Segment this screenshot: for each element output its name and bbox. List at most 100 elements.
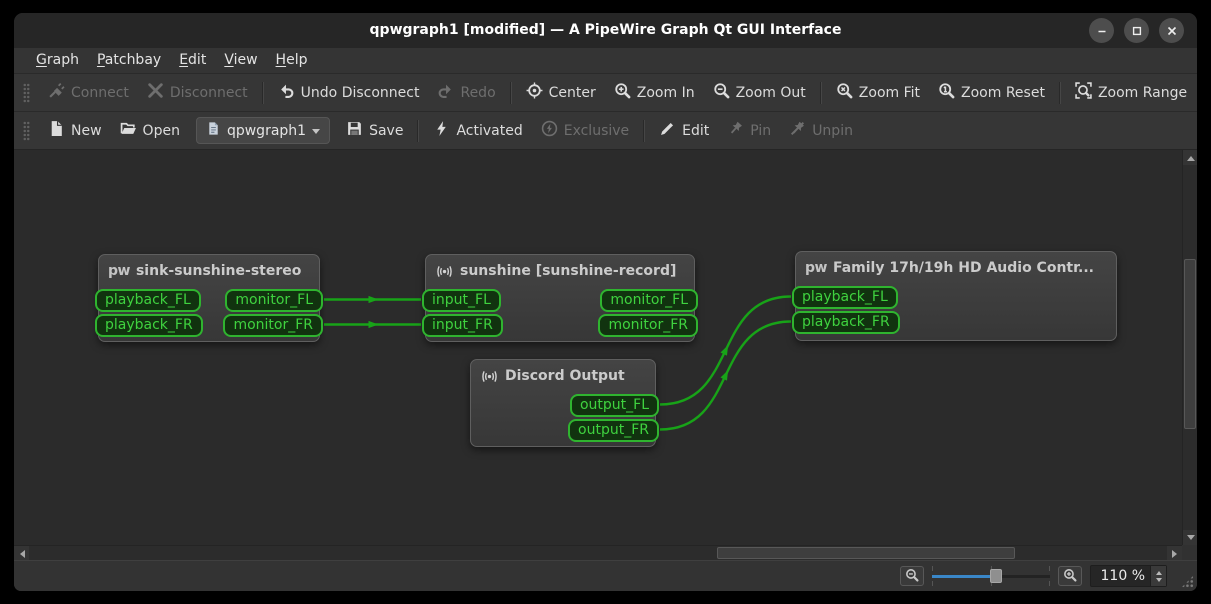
zoom-percent-value: 110 % [1100,568,1145,584]
connect-label: Connect [71,84,129,101]
node-title: sunshine [sunshine-record] [460,263,677,279]
activated-button[interactable]: Activated [424,116,531,146]
patchbay-combobox[interactable]: qpwgraph1 [195,117,331,144]
graph-node[interactable]: pw sink-sunshine-stereo playback_FL playbac… [95,254,323,342]
toolbar-grip[interactable] [23,82,30,103]
statusbar-zoom-in-button[interactable] [1057,566,1082,586]
port-monitor_FL[interactable]: monitor_FL [225,289,323,312]
open-label: Open [142,122,180,139]
edit-button[interactable]: Edit [650,116,718,146]
pin-button[interactable]: Pin [718,116,780,146]
port-playback_FR[interactable]: playback_FR [95,314,203,337]
toolbar-separator [1058,81,1061,104]
horizontal-scroll-thumb[interactable] [717,547,1015,559]
port-monitor_FR[interactable]: monitor_FR [223,314,323,337]
redo-button[interactable]: Redo [428,78,504,108]
pipewire-icon: pw [108,263,130,279]
port-input_FR[interactable]: input_FR [422,314,503,337]
port-monitor_FR[interactable]: monitor_FR [598,314,698,337]
graph-node[interactable]: sunshine [sunshine-record] input_FL input_… [422,254,698,342]
zoom-reset-button[interactable]: Zoom Reset [929,78,1054,108]
save-button[interactable]: Save [337,116,412,146]
connection-arrow-icon [720,370,729,381]
new-label: New [71,122,102,139]
undo-disconnect-button[interactable]: Undo Disconnect [269,78,429,108]
graph-node[interactable]: Discord Output output_FL output_FR [470,359,659,447]
port-playback_FL[interactable]: playback_FL [95,289,201,312]
vertical-scroll-thumb[interactable] [1184,259,1196,429]
zoom-fit-button[interactable]: Zoom Fit [827,78,929,108]
zoom-reset-icon [938,82,955,103]
zoom-in-button[interactable]: Zoom In [605,78,704,108]
center-label: Center [548,84,596,101]
menu-edit[interactable]: Edit [170,48,215,73]
arrow-up-icon [1186,152,1195,161]
statusbar-zoom-out-button[interactable] [899,566,924,586]
node-header: pw Family 17h/19h HD Audio Contr... [796,252,1116,278]
menu-help[interactable]: Help [267,48,317,73]
edit-pencil-icon [659,120,676,141]
close-icon [1166,25,1178,37]
activated-label: Activated [456,122,523,139]
vertical-scrollbar[interactable] [1182,150,1197,545]
edit-label: Edit [682,122,710,139]
menu-graph[interactable]: Graph [27,48,88,73]
window-resize-grip[interactable] [1181,575,1194,588]
redo-label: Redo [460,84,496,101]
maximize-button[interactable] [1124,18,1149,43]
zoom-out-icon [713,82,730,103]
menu-patchbay[interactable]: Patchbay [88,48,170,73]
spin-up-icon [1155,568,1162,575]
app-window: qpwgraph1 [modified] — A PipeWire Graph … [14,13,1197,591]
exclusive-button[interactable]: Exclusive [532,116,638,146]
port-output_FR[interactable]: output_FR [568,419,659,442]
zoom-slider-handle[interactable] [990,569,1003,583]
graph-canvas: pw sink-sunshine-stereo playback_FL playbac… [14,149,1197,561]
zoom-range-button[interactable]: Zoom Range [1066,78,1196,108]
patchbay-file-icon [206,121,221,140]
media-node-icon [480,369,499,384]
menu-view[interactable]: View [215,48,266,73]
disconnect-button[interactable]: Disconnect [138,78,257,108]
file-toolbar: New Open qpwgraph1 Save Activated Exclus… [14,111,1197,149]
unpin-button[interactable]: Unpin [780,116,862,146]
scroll-left-button[interactable] [14,546,29,561]
arrow-right-icon [1171,549,1181,558]
close-button[interactable] [1159,18,1184,43]
center-button[interactable]: Center [517,78,605,108]
node-header: pw sink-sunshine-stereo [99,255,319,281]
zoom-reset-label: Zoom Reset [961,84,1045,101]
minimize-button[interactable] [1089,18,1114,43]
toolbar-grip[interactable] [23,120,30,141]
graph-node[interactable]: pw Family 17h/19h HD Audio Contr... playba… [792,251,1117,341]
horizontal-scrollbar[interactable] [14,545,1182,561]
zoom-out-button[interactable]: Zoom Out [704,78,815,108]
port-monitor_FL[interactable]: monitor_FL [600,289,698,312]
maximize-icon [1131,25,1143,37]
node-header: Discord Output [471,360,655,386]
connect-button[interactable]: Connect [39,78,138,108]
toolbar-separator [819,81,822,104]
open-button[interactable]: Open [111,116,189,146]
scroll-up-button[interactable] [1183,150,1197,165]
status-bar: 110 % [14,560,1197,591]
port-input_FL[interactable]: input_FL [422,289,501,312]
activated-bolt-icon [433,120,450,141]
node-title: sink-sunshine-stereo [135,263,302,279]
port-output_FL[interactable]: output_FL [569,394,659,417]
spinbox-steppers[interactable] [1150,566,1166,586]
port-playback_FL[interactable]: playback_FL [792,286,898,309]
zoom-percent-spinbox[interactable]: 110 % [1089,565,1167,587]
node-header: sunshine [sunshine-record] [426,255,694,281]
unpin-icon [789,120,806,141]
scroll-down-button[interactable] [1183,530,1197,545]
redo-icon [437,82,454,103]
minimize-icon [1096,25,1108,37]
graph-viewport[interactable]: pw sink-sunshine-stereo playback_FL playbac… [14,150,1182,545]
open-folder-icon [120,120,137,141]
port-playback_FR[interactable]: playback_FR [792,311,900,334]
new-button[interactable]: New [39,116,111,146]
scroll-right-button[interactable] [1167,546,1182,561]
zoom-slider[interactable] [931,566,1050,586]
window-controls [1089,18,1184,43]
